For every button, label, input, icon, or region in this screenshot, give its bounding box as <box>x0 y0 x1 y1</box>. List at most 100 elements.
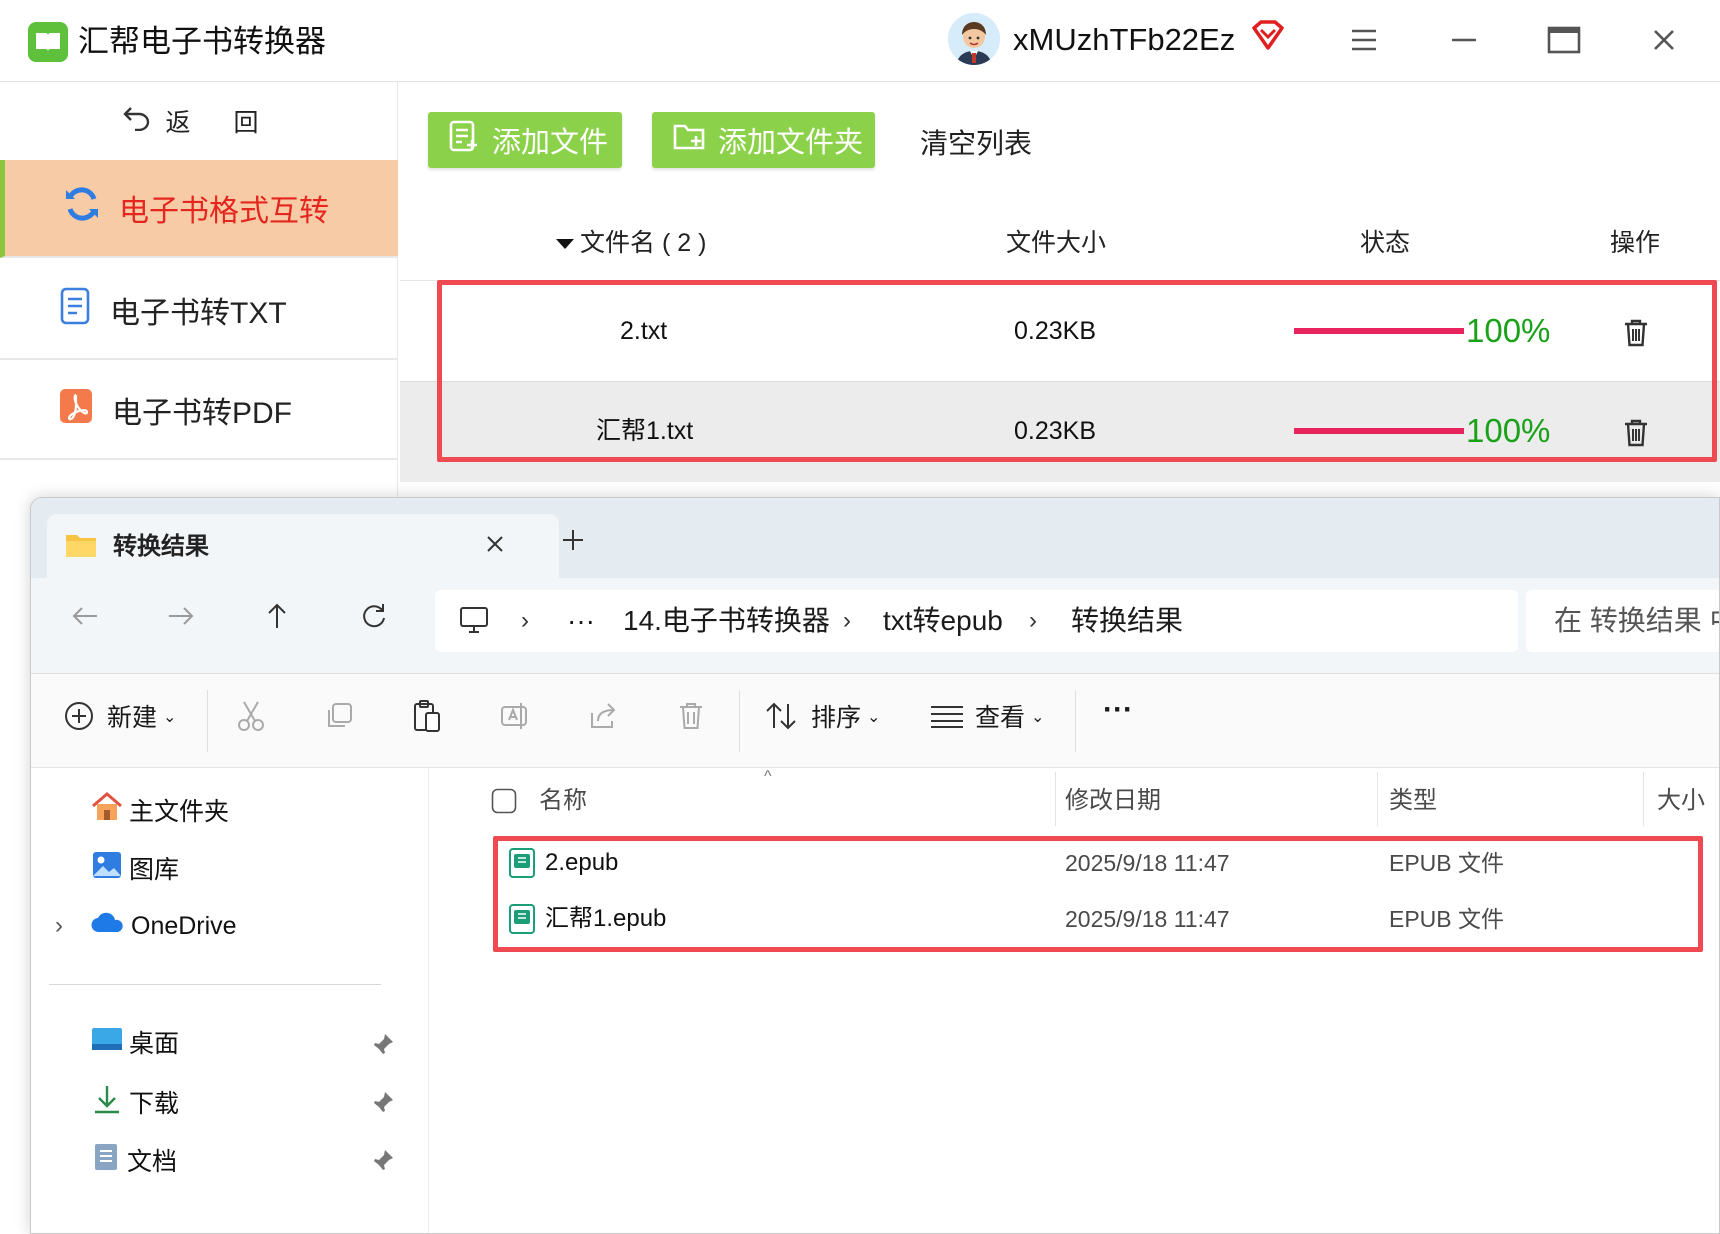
pin-icon[interactable] <box>371 1032 395 1056</box>
forward-arrow-icon[interactable] <box>161 596 201 636</box>
file-explorer-window: 转换结果 › ··· 14.电子书转换器 › txt转epub › 转换结果 在… <box>30 497 1720 1234</box>
txt-document-icon <box>58 287 92 333</box>
search-input[interactable]: 在 转换结果 中 <box>1526 590 1719 652</box>
refresh-icon <box>63 185 101 231</box>
highlight-box <box>437 280 1717 462</box>
column-header-name-label: 文件名 ( 2 ) <box>580 229 707 257</box>
tree-item-documents[interactable]: 文档 <box>91 1142 177 1182</box>
add-file-label: 添加文件 <box>492 127 609 159</box>
minimize-button[interactable] <box>1440 18 1488 62</box>
address-toolbar: › ··· 14.电子书转换器 › txt转epub › 转换结果 在 转换结果… <box>31 578 1719 674</box>
breadcrumb-item[interactable]: txt转epub <box>883 590 1003 652</box>
add-file-button[interactable]: 添加文件 <box>428 112 622 168</box>
pin-icon[interactable] <box>371 1148 395 1172</box>
column-header-size[interactable]: 大小 <box>1657 784 1705 818</box>
pdf-icon <box>58 387 94 433</box>
vip-diamond-icon[interactable] <box>1250 18 1286 54</box>
select-all-checkbox[interactable] <box>491 788 517 819</box>
column-header-type[interactable]: 类型 <box>1389 784 1437 818</box>
user-avatar[interactable] <box>948 13 1000 65</box>
tree-label: 桌面 <box>129 1030 180 1058</box>
gallery-icon <box>91 850 123 890</box>
chevron-right-icon: › <box>521 607 529 634</box>
add-folder-label: 添加文件夹 <box>718 127 864 159</box>
breadcrumb-item[interactable]: 转换结果 <box>1071 590 1183 652</box>
tree-label: 主文件夹 <box>129 798 230 826</box>
sort-button[interactable]: 排序 <box>811 700 861 736</box>
tree-label: OneDrive <box>131 912 237 940</box>
share-icon[interactable] <box>583 696 623 736</box>
refresh-icon[interactable] <box>353 596 393 636</box>
home-icon <box>91 792 123 832</box>
separator <box>1075 690 1076 752</box>
tree-item-downloads[interactable]: 下载 <box>91 1084 179 1124</box>
add-file-icon <box>448 119 480 161</box>
breadcrumb-item[interactable]: 14.电子书转换器 <box>623 590 830 652</box>
new-tab-icon[interactable] <box>561 528 585 557</box>
username[interactable]: xMUzhTFb22Ez <box>1013 20 1235 60</box>
new-button[interactable]: 新建 <box>107 700 157 736</box>
app-title: 汇帮电子书转换器 <box>78 24 326 59</box>
column-header-action: 操作 <box>1610 229 1661 257</box>
computer-monitor-icon <box>459 606 489 639</box>
nav-label: 电子书转PDF <box>112 397 292 430</box>
tree-label: 图库 <box>129 856 180 884</box>
onedrive-cloud-icon <box>91 908 125 944</box>
close-tab-icon[interactable] <box>485 534 505 559</box>
maximize-button[interactable] <box>1540 18 1588 62</box>
tree-label: 下载 <box>129 1090 180 1118</box>
nav-item-format-convert[interactable]: 电子书格式互转 <box>0 160 398 258</box>
highlight-box <box>493 836 1703 952</box>
delete-icon[interactable] <box>671 696 711 736</box>
breadcrumb-ellipsis[interactable]: ··· <box>567 590 595 652</box>
separator <box>207 690 208 752</box>
tab-conversion-result[interactable]: 转换结果 <box>47 514 559 578</box>
add-folder-icon <box>672 120 706 160</box>
separator <box>739 690 740 752</box>
tree-item-onedrive[interactable]: › OneDrive <box>55 908 237 944</box>
add-folder-button[interactable]: 添加文件夹 <box>652 112 875 168</box>
view-list-icon <box>927 696 967 736</box>
copy-icon[interactable] <box>319 696 359 736</box>
tree-item-gallery[interactable]: 图库 <box>91 850 179 890</box>
back-button[interactable]: 返 回 <box>0 82 398 160</box>
chevron-right-icon: › <box>1029 607 1037 634</box>
menu-icon[interactable] <box>1340 18 1388 62</box>
paste-icon[interactable] <box>407 696 447 736</box>
column-separator <box>1377 772 1378 826</box>
sort-caret-icon: ^ <box>764 768 772 785</box>
nav-item-to-txt[interactable]: 电子书转TXT <box>0 262 398 360</box>
rename-icon[interactable] <box>495 696 535 736</box>
column-header-status: 状态 <box>1360 229 1411 257</box>
more-options-button[interactable]: ··· <box>1103 692 1133 728</box>
clear-list-button[interactable]: 清空列表 <box>920 122 1032 162</box>
nav-item-to-pdf[interactable]: 电子书转PDF <box>0 362 398 460</box>
column-header-name[interactable]: 文件名 ( 2 ) <box>556 226 706 260</box>
tree-divider <box>49 984 381 985</box>
desktop-icon <box>91 1026 123 1062</box>
sort-icon <box>761 696 801 736</box>
up-arrow-icon[interactable] <box>257 596 297 636</box>
documents-icon <box>91 1142 121 1182</box>
close-button[interactable] <box>1640 18 1688 62</box>
title-bar: 汇帮电子书转换器 xMUzhTFb22Ez <box>0 0 1720 82</box>
back-arrow-icon[interactable] <box>65 596 105 636</box>
column-separator <box>1643 772 1644 826</box>
chevron-right-icon: › <box>843 607 851 634</box>
column-header-modified[interactable]: 修改日期 <box>1065 784 1161 818</box>
tree-item-home[interactable]: 主文件夹 <box>91 792 229 832</box>
sort-down-icon <box>556 239 574 250</box>
download-icon <box>91 1084 123 1124</box>
address-bar[interactable]: › ··· 14.电子书转换器 › txt转epub › 转换结果 <box>435 590 1518 652</box>
chevron-right-icon[interactable]: › <box>55 908 85 944</box>
pin-icon[interactable] <box>371 1090 395 1114</box>
column-header-name[interactable]: 名称 <box>539 784 587 818</box>
nav-label: 电子书转TXT <box>110 297 287 330</box>
nav-label: 电子书格式互转 <box>119 195 329 228</box>
cut-icon[interactable] <box>231 696 271 736</box>
chevron-down-icon: ⌄ <box>867 709 881 726</box>
tree-item-desktop[interactable]: 桌面 <box>91 1026 179 1062</box>
tree-label: 文档 <box>127 1148 178 1176</box>
folder-icon <box>65 532 97 563</box>
view-button[interactable]: 查看 <box>975 700 1025 736</box>
